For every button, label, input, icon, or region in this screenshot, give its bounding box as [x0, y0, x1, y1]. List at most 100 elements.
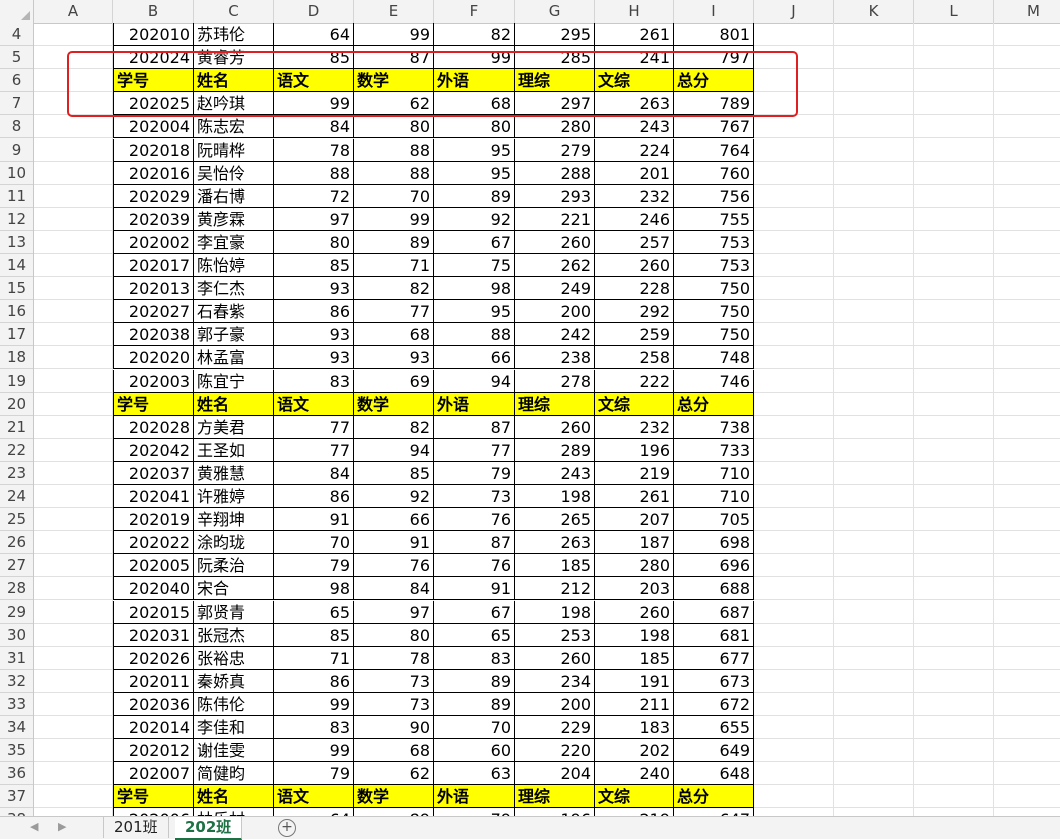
- row-header-36[interactable]: 36: [0, 762, 33, 785]
- table-cell[interactable]: 229: [515, 716, 595, 739]
- row-header-28[interactable]: 28: [0, 577, 33, 600]
- table-cell[interactable]: 185: [595, 647, 674, 670]
- row-header-13[interactable]: 13: [0, 231, 33, 254]
- table-cell[interactable]: 789: [674, 92, 754, 115]
- row-header-7[interactable]: 7: [0, 92, 33, 115]
- table-cell[interactable]: 84: [274, 462, 354, 485]
- table-cell[interactable]: 191: [595, 670, 674, 693]
- table-cell[interactable]: 99: [354, 23, 434, 46]
- table-cell[interactable]: 280: [595, 554, 674, 577]
- table-cell[interactable]: 207: [595, 508, 674, 531]
- table-cell[interactable]: 陈怡婷: [194, 254, 274, 277]
- table-cell[interactable]: 66: [354, 508, 434, 531]
- table-cell[interactable]: 649: [674, 739, 754, 762]
- table-cell[interactable]: 93: [274, 346, 354, 369]
- table-cell[interactable]: 76: [354, 554, 434, 577]
- table-cell[interactable]: 辛翔坤: [194, 508, 274, 531]
- header-cell-d[interactable]: 语文: [274, 69, 354, 92]
- table-cell[interactable]: 秦娇真: [194, 670, 274, 693]
- header-cell-f[interactable]: 外语: [434, 393, 515, 416]
- column-header-i[interactable]: I: [674, 0, 754, 23]
- table-cell[interactable]: 97: [354, 601, 434, 624]
- table-cell[interactable]: 648: [674, 762, 754, 785]
- table-cell[interactable]: 202029: [113, 185, 194, 208]
- table-cell[interactable]: 84: [274, 115, 354, 138]
- table-cell[interactable]: 232: [595, 416, 674, 439]
- table-cell[interactable]: 187: [595, 531, 674, 554]
- table-cell[interactable]: 750: [674, 277, 754, 300]
- table-cell[interactable]: 655: [674, 716, 754, 739]
- header-cell-h[interactable]: 文综: [595, 393, 674, 416]
- row-header-16[interactable]: 16: [0, 300, 33, 323]
- table-cell[interactable]: 76: [434, 508, 515, 531]
- header-cell-g[interactable]: 理综: [515, 785, 595, 808]
- row-header-17[interactable]: 17: [0, 323, 33, 346]
- table-cell[interactable]: 68: [434, 92, 515, 115]
- table-cell[interactable]: 246: [595, 208, 674, 231]
- table-cell[interactable]: 183: [595, 716, 674, 739]
- row-header-9[interactable]: 9: [0, 139, 33, 162]
- table-cell[interactable]: 陈宜宁: [194, 370, 274, 393]
- plus-circle-icon[interactable]: +: [278, 819, 296, 837]
- header-cell-b[interactable]: 学号: [113, 785, 194, 808]
- table-cell[interactable]: 潘右博: [194, 185, 274, 208]
- column-header-e[interactable]: E: [354, 0, 434, 23]
- table-cell[interactable]: 202022: [113, 531, 194, 554]
- table-cell[interactable]: 许雅婷: [194, 485, 274, 508]
- row-header-24[interactable]: 24: [0, 485, 33, 508]
- table-cell[interactable]: 202013: [113, 277, 194, 300]
- table-cell[interactable]: 797: [674, 46, 754, 69]
- table-cell[interactable]: 224: [595, 139, 674, 162]
- table-cell[interactable]: 林孟富: [194, 346, 274, 369]
- table-cell[interactable]: 204: [515, 762, 595, 785]
- row-header-15[interactable]: 15: [0, 277, 33, 300]
- table-cell[interactable]: 88: [354, 162, 434, 185]
- row-header-27[interactable]: 27: [0, 554, 33, 577]
- table-cell[interactable]: 79: [434, 808, 515, 816]
- table-cell[interactable]: 698: [674, 531, 754, 554]
- table-cell[interactable]: 68: [354, 739, 434, 762]
- row-header-22[interactable]: 22: [0, 439, 33, 462]
- table-cell[interactable]: 672: [674, 693, 754, 716]
- row-header-30[interactable]: 30: [0, 624, 33, 647]
- table-cell[interactable]: 211: [595, 693, 674, 716]
- cell-grid[interactable]: 202010 苏玮伦 64 99 82 295 261 801 202024 黄睿芳 85 87 99 2…: [34, 23, 1060, 816]
- header-cell-g[interactable]: 理综: [515, 393, 595, 416]
- chevron-left-icon[interactable]: ◀: [30, 820, 38, 833]
- table-cell[interactable]: 82: [354, 416, 434, 439]
- table-cell[interactable]: 280: [515, 115, 595, 138]
- table-cell[interactable]: 99: [354, 208, 434, 231]
- table-cell[interactable]: 292: [595, 300, 674, 323]
- table-cell[interactable]: 753: [674, 254, 754, 277]
- row-header-11[interactable]: 11: [0, 185, 33, 208]
- table-cell[interactable]: 212: [515, 577, 595, 600]
- table-cell[interactable]: 87: [434, 416, 515, 439]
- table-cell[interactable]: 65: [274, 601, 354, 624]
- table-cell[interactable]: 73: [354, 693, 434, 716]
- table-cell[interactable]: 202016: [113, 162, 194, 185]
- table-cell[interactable]: 64: [274, 23, 354, 46]
- table-cell[interactable]: 张裕忠: [194, 647, 274, 670]
- table-cell[interactable]: 202042: [113, 439, 194, 462]
- table-cell[interactable]: 647: [674, 808, 754, 816]
- table-cell[interactable]: 98: [274, 577, 354, 600]
- table-cell[interactable]: 289: [515, 439, 595, 462]
- table-cell[interactable]: 200: [515, 693, 595, 716]
- table-cell[interactable]: 198: [515, 601, 595, 624]
- row-header-25[interactable]: 25: [0, 508, 33, 531]
- column-header-f[interactable]: F: [434, 0, 515, 23]
- table-cell[interactable]: 89: [434, 185, 515, 208]
- header-cell-h[interactable]: 文综: [595, 785, 674, 808]
- table-cell[interactable]: 687: [674, 601, 754, 624]
- table-cell[interactable]: 87: [354, 46, 434, 69]
- table-cell[interactable]: 196: [515, 808, 595, 816]
- table-cell[interactable]: 86: [274, 300, 354, 323]
- table-cell[interactable]: 70: [274, 531, 354, 554]
- table-cell[interactable]: 202018: [113, 139, 194, 162]
- table-cell[interactable]: 70: [434, 716, 515, 739]
- table-cell[interactable]: 89: [354, 231, 434, 254]
- table-cell[interactable]: 方美君: [194, 416, 274, 439]
- table-cell[interactable]: 72: [274, 185, 354, 208]
- row-header-29[interactable]: 29: [0, 601, 33, 624]
- table-cell[interactable]: 202025: [113, 92, 194, 115]
